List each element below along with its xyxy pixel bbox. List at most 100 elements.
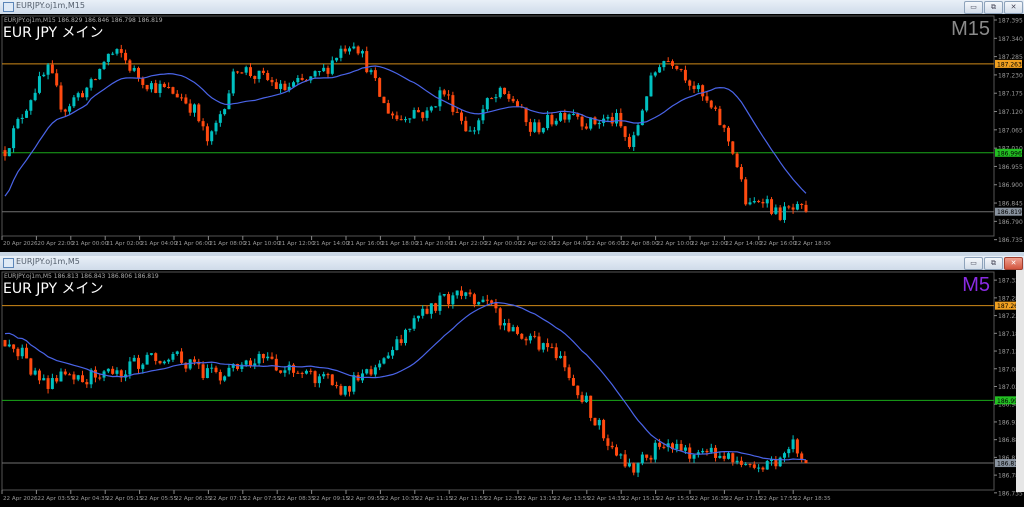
candle-body [188, 103, 192, 113]
candle-body [59, 85, 63, 110]
candle-body [132, 67, 136, 71]
candle-body [438, 295, 442, 311]
time-label: 22 Apr 18:35 [794, 496, 831, 502]
candle-body [261, 70, 265, 73]
candle-body [610, 117, 614, 124]
candle-body [748, 202, 752, 205]
candle-body [300, 78, 304, 80]
candle-body [404, 329, 407, 344]
candle-body [180, 97, 184, 99]
candle-body [12, 128, 16, 149]
candle-body [365, 369, 369, 374]
candle-body [16, 119, 20, 129]
candle-body [649, 457, 653, 460]
candle-body [171, 353, 175, 360]
candle-body [537, 122, 541, 133]
candle-body [645, 96, 649, 111]
close-button[interactable]: ✕ [1004, 1, 1023, 14]
time-label: 22 Apr 06:00 [588, 241, 625, 247]
minimize-button[interactable]: ▭ [964, 1, 983, 14]
candle-body [55, 73, 59, 86]
candle-body [571, 378, 575, 386]
candle-body [360, 51, 364, 54]
candle-body [726, 127, 730, 142]
candle-body [261, 353, 265, 359]
candle-body [270, 79, 274, 83]
candle-body [468, 130, 472, 132]
price-chart-m15[interactable]: 187.395 187.340 187.285 187.230 187.175 187.1… [0, 14, 1024, 252]
price-label: 187.230 [998, 72, 1023, 79]
candle-body [546, 114, 550, 129]
candle-body [81, 93, 85, 98]
candle-body [705, 96, 709, 101]
time-label: 22 Apr 10:35 [381, 496, 418, 502]
candle-body [382, 96, 386, 104]
candle-body [106, 368, 110, 372]
price-label: 186.900 [998, 182, 1023, 189]
candle-body [162, 361, 166, 364]
candle-body [662, 61, 666, 68]
candlestick-chart: 187.395187.340187.285187.230187.175187.1… [1, 15, 1023, 247]
candle-body [399, 339, 403, 344]
candle-body [266, 72, 270, 80]
candle-body [274, 358, 278, 371]
chart-window-icon [3, 2, 14, 12]
candle-body [774, 207, 778, 214]
candle-body [688, 80, 692, 86]
candle-body [236, 364, 240, 369]
vertical-scrollbar[interactable] [1016, 270, 1024, 492]
time-label: 22 Apr 13:55 [553, 496, 590, 502]
minimize-button[interactable]: ▭ [964, 257, 983, 270]
time-label: 22 Apr 05:55 [141, 496, 178, 502]
candle-body [498, 87, 502, 98]
candle-body [128, 60, 132, 71]
close-button[interactable]: ✕ [1004, 257, 1023, 270]
candle-body [7, 148, 11, 157]
candle-body [343, 48, 347, 52]
time-label: 21 Apr 20:00 [416, 241, 453, 247]
candle-body [145, 354, 149, 365]
candle-body [180, 351, 184, 363]
candle-body [778, 207, 782, 220]
candle-body [490, 300, 494, 303]
candle-body [451, 95, 455, 112]
candle-body [304, 370, 308, 374]
candle-body [201, 121, 205, 127]
candle-body [498, 308, 502, 326]
candle-body [391, 113, 395, 116]
candle-body [404, 119, 407, 121]
time-label: 21 Apr 18:00 [381, 241, 418, 247]
candle-body [197, 104, 201, 122]
candle-body [205, 126, 209, 142]
candle-body [782, 453, 786, 458]
candle-body [602, 419, 606, 439]
window-titlebar[interactable]: EURJPY.oj1m,M5 ▭ ⧉ ✕ [0, 256, 1024, 271]
restore-button[interactable]: ⧉ [984, 1, 1003, 14]
candle-body [459, 290, 463, 296]
candle-body [464, 120, 468, 132]
time-label: 22 Apr 08:35 [278, 496, 315, 502]
candle-body [765, 199, 769, 204]
candle-body [442, 90, 446, 95]
candle-body [653, 72, 657, 76]
candle-body [537, 336, 541, 350]
candle-body [270, 356, 274, 359]
candle-body [279, 370, 283, 373]
restore-button[interactable]: ⧉ [984, 257, 1003, 270]
candle-body [752, 464, 756, 468]
time-label: 20 Apr 2026 [3, 241, 38, 247]
candle-body [757, 467, 761, 469]
window-titlebar[interactable]: EURJPY.oj1m,M15 ▭ ⧉ ✕ [0, 0, 1024, 15]
candle-body [72, 374, 76, 380]
candle-body [563, 355, 567, 368]
candle-body [541, 128, 545, 133]
candle-body [640, 454, 644, 464]
time-label: 22 Apr 17:55 [760, 496, 797, 502]
price-chart-m5[interactable]: 187.335 187.285 187.235 187.185 187.135 187.0… [0, 270, 1024, 507]
candle-body [253, 76, 257, 79]
candle-body [800, 204, 804, 206]
candle-body [524, 338, 528, 341]
candle-body [722, 455, 726, 459]
candle-body [399, 119, 403, 121]
candle-body [658, 67, 662, 73]
